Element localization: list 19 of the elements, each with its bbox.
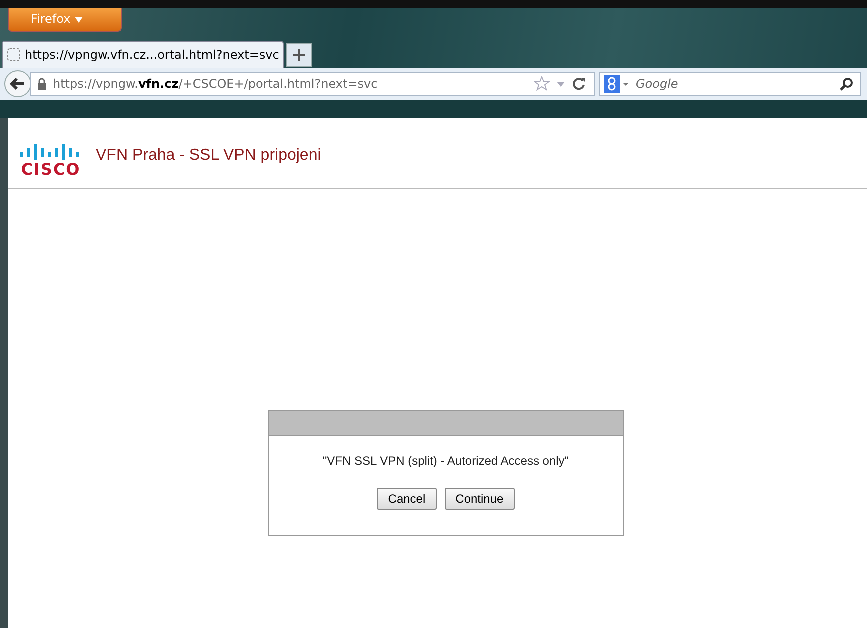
star-icon[interactable] [534,76,550,92]
page-title: VFN Praha - SSL VPN pripojeni [96,147,322,165]
lock-icon [37,78,47,90]
dialog-button[interactable]: Continue [444,488,515,510]
browser-tab[interactable]: https://vpngw.vfn.cz...ortal.html?next=svc [2,41,284,68]
blank-page-icon [7,48,21,62]
dialog-button[interactable]: Cancel [377,488,437,510]
reload-icon[interactable] [572,77,586,91]
search-icon[interactable] [840,77,854,91]
google-icon[interactable] [604,75,630,93]
address-field[interactable]: https://vpngw.vfn.cz/+CSCOE+/portal.html?next=svc [30,72,595,96]
logo-text: CISCO [21,162,81,178]
logo-bars-icon [20,144,82,160]
search-input[interactable]: Google [634,76,836,92]
search-field[interactable]: Google [599,72,861,96]
dialog-message: "VFN SSL VPN (split) - Autorized Access only" [322,454,570,468]
dropdown-arrow-icon [74,17,83,23]
new-tab-icon[interactable] [286,43,312,67]
back-icon[interactable] [4,70,32,98]
